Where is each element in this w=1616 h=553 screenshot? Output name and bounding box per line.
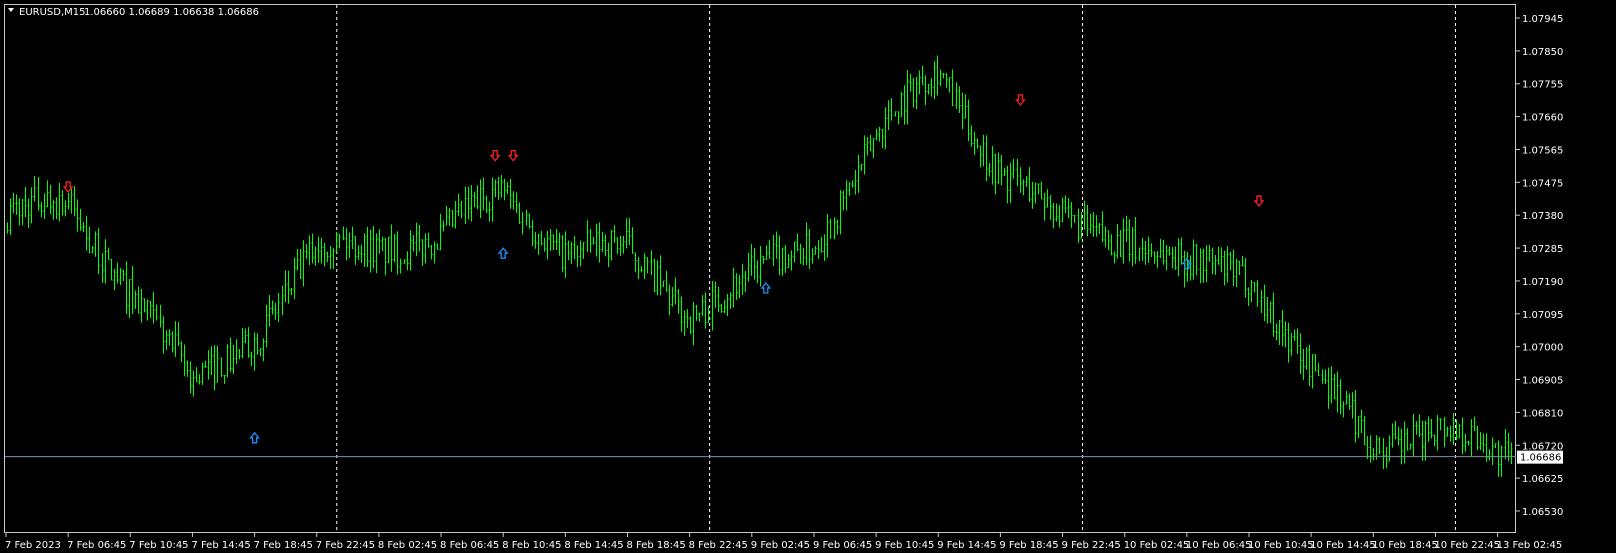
y-tick-label: 1.07945: [1522, 14, 1563, 25]
x-tick-label: 9 Feb 22:45: [1062, 540, 1121, 551]
y-tick-label: 1.07850: [1522, 47, 1563, 58]
y-tick-label: 1.07475: [1522, 178, 1563, 189]
x-tick-label: 9 Feb 06:45: [813, 540, 872, 551]
x-tick-label: 10 Feb 02:45: [1124, 540, 1190, 551]
y-tick-label: 1.07565: [1522, 145, 1563, 156]
x-tick-label: 8 Feb 14:45: [564, 540, 623, 551]
chart-background: [0, 0, 1616, 553]
current-price-label: 1.06686: [1520, 453, 1561, 464]
y-tick-label: 1.06530: [1522, 507, 1563, 518]
symbol-label: EURUSD,M15: [19, 7, 85, 18]
x-tick-label: 10 Feb 06:45: [1186, 540, 1252, 551]
x-tick-label: 10 Feb 10:45: [1248, 540, 1314, 551]
x-tick-label: 8 Feb 06:45: [440, 540, 499, 551]
y-tick-label: 1.06810: [1522, 408, 1563, 419]
x-tick-label: 8 Feb 10:45: [502, 540, 561, 551]
x-tick-label: 7 Feb 18:45: [254, 540, 313, 551]
x-tick-label: 7 Feb 10:45: [129, 540, 188, 551]
y-tick-label: 1.07285: [1522, 244, 1563, 255]
y-tick-label: 1.06625: [1522, 474, 1563, 485]
y-tick-label: 1.06905: [1522, 376, 1563, 387]
x-tick-label: 10 Feb 14:45: [1310, 540, 1376, 551]
x-tick-label: 8 Feb 22:45: [689, 540, 748, 551]
x-tick-label: 7 Feb 22:45: [316, 540, 375, 551]
x-tick-label: 9 Feb 14:45: [937, 540, 996, 551]
price-chart[interactable]: 1.07945 1.07850 1.07755 1.07660 1.07565 1.074…: [0, 0, 1616, 553]
x-tick-label: 8 Feb 02:45: [378, 540, 437, 551]
y-tick-label: 1.07095: [1522, 310, 1563, 321]
x-tick-label: 9 Feb 18:45: [999, 540, 1058, 551]
y-tick-label: 1.06720: [1522, 441, 1563, 452]
y-tick-label: 1.07755: [1522, 80, 1563, 91]
x-tick-label: 9 Feb 02:45: [751, 540, 810, 551]
y-tick-label: 1.07380: [1522, 211, 1563, 222]
chart-window[interactable]: 1.07945 1.07850 1.07755 1.07660 1.07565 1.074…: [0, 0, 1616, 553]
y-tick-label: 1.07660: [1522, 113, 1563, 124]
x-tick-label: 8 Feb 18:45: [627, 540, 686, 551]
ohlc-readout: 1.06660 1.06689 1.06638 1.06686: [84, 7, 259, 18]
x-tick-label: 7 Feb 06:45: [67, 540, 126, 551]
x-tick-label: 13 Feb 02:45: [1497, 540, 1563, 551]
x-tick-label: 9 Feb 10:45: [875, 540, 934, 551]
x-tick-label: 7 Feb 14:45: [191, 540, 250, 551]
x-tick-label: 7 Feb 2023: [5, 540, 61, 551]
y-tick-label: 1.07190: [1522, 277, 1563, 288]
x-tick-label: 10 Feb 22:45: [1434, 540, 1500, 551]
x-tick-label: 10 Feb 18:45: [1372, 540, 1438, 551]
y-tick-label: 1.07000: [1522, 343, 1563, 354]
